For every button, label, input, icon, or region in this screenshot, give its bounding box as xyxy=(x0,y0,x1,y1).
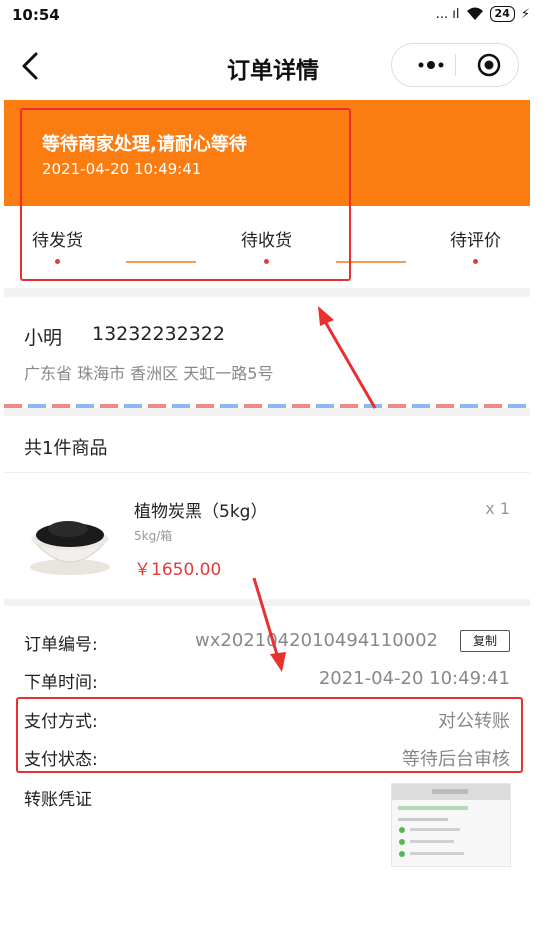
arrow-head-down xyxy=(270,652,286,672)
arrow-head-up xyxy=(318,306,334,326)
annotation-arrows xyxy=(252,306,377,672)
